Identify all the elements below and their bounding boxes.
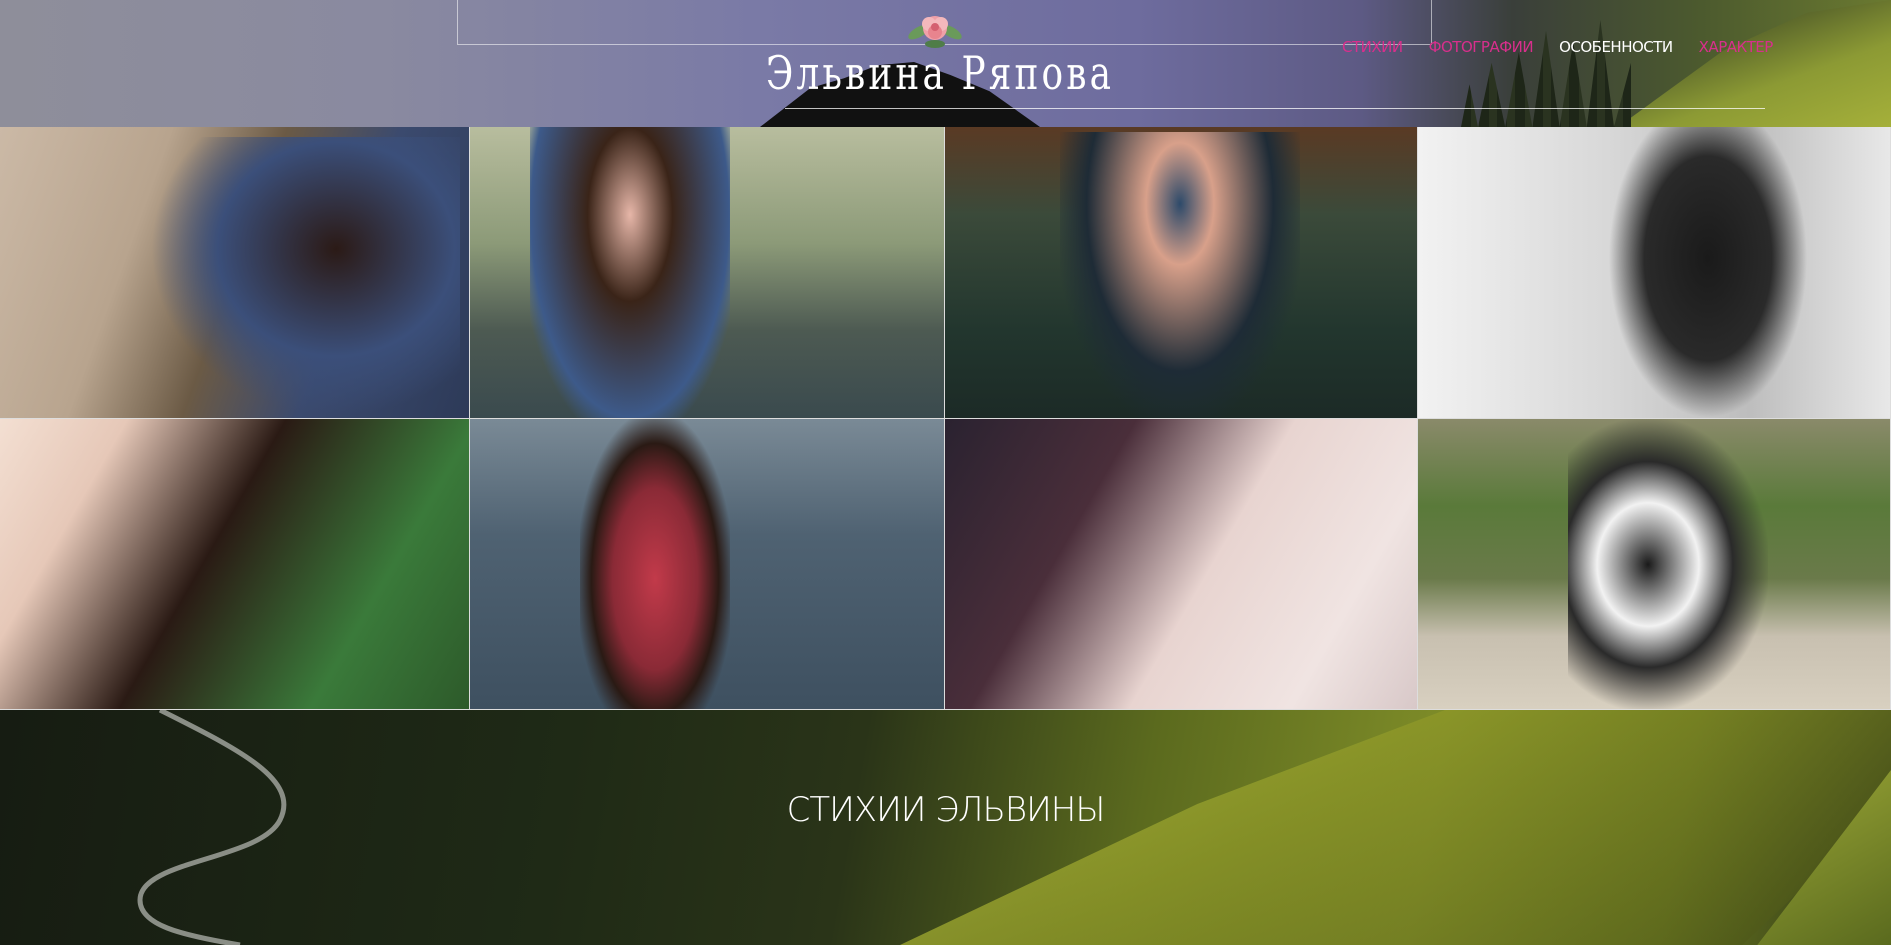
gallery-photo[interactable] bbox=[0, 419, 470, 710]
photo-subject bbox=[530, 127, 730, 418]
photo-gallery bbox=[0, 127, 1891, 710]
gallery-photo[interactable] bbox=[0, 127, 470, 419]
main-nav: СТИХИИ ФОТОГРАФИИ ОСОБЕННОСТИ ХАРАКТЕР bbox=[1342, 38, 1773, 56]
header-divider bbox=[785, 108, 1765, 109]
gallery-photo[interactable] bbox=[945, 419, 1418, 710]
elements-section: СТИХИИ ЭЛЬВИНЫ bbox=[0, 710, 1891, 945]
photo-subject bbox=[580, 419, 730, 709]
gallery-photo[interactable] bbox=[1418, 419, 1891, 710]
nav-link-osobennosti[interactable]: ОСОБЕННОСТИ bbox=[1559, 38, 1673, 56]
header-trees bbox=[1461, 20, 1631, 127]
gallery-photo[interactable] bbox=[470, 419, 945, 710]
site-header: Эльвина Ряпова СТИХИИ ФОТОГРАФИИ ОСОБЕНН… bbox=[0, 0, 1891, 127]
photo-subject bbox=[150, 137, 460, 417]
photo-subject bbox=[1568, 419, 1768, 709]
gallery-photo[interactable] bbox=[470, 127, 945, 419]
nav-link-stikhii[interactable]: СТИХИИ bbox=[1342, 38, 1403, 56]
gallery-photo[interactable] bbox=[945, 127, 1418, 419]
photo-subject bbox=[1060, 132, 1300, 418]
section-title: СТИХИИ ЭЛЬВИНЫ bbox=[786, 790, 1106, 830]
gallery-photo[interactable] bbox=[1418, 127, 1891, 419]
nav-link-fotografii[interactable]: ФОТОГРАФИИ bbox=[1429, 38, 1534, 56]
nav-link-kharakter[interactable]: ХАРАКТЕР bbox=[1699, 38, 1774, 56]
photo-subject bbox=[1608, 127, 1808, 418]
site-title[interactable]: Эльвина Ряпова bbox=[745, 46, 1135, 100]
